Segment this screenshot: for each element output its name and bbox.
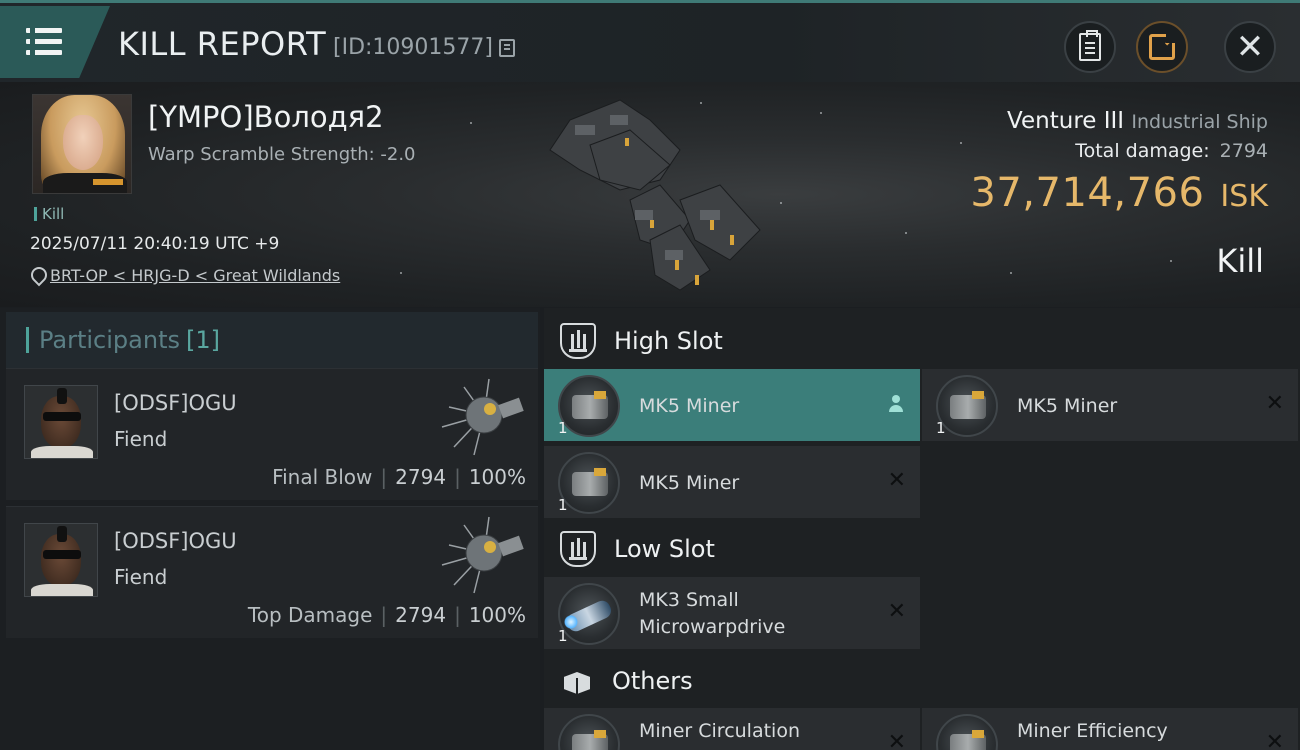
module-name: Miner Efficiency	[1017, 720, 1168, 742]
participant-card[interactable]: [ODSF]OGU Fiend Final Blow | 2794 | 100%	[6, 368, 538, 500]
drone-icon	[441, 378, 524, 456]
module-item[interactable]: 1 Miner Circulation ✕	[544, 708, 920, 750]
victim-name[interactable]: [YMPO]Володя2	[148, 100, 384, 134]
participants-label: Participants	[39, 326, 180, 354]
low-slot-label: Low Slot	[614, 535, 715, 563]
others-header: Others	[544, 648, 1300, 714]
kill-location: BRT-OP < HRJG-D < Great Wildlands	[30, 266, 340, 285]
total-damage: Total damage: 2794	[1075, 140, 1268, 162]
ship-name: Venture III	[1007, 108, 1125, 134]
low-slot-header: Low Slot	[544, 516, 1300, 582]
total-damage-value: 2794	[1219, 140, 1268, 162]
kill-tag: Kill	[34, 207, 64, 222]
participant-ship: Fiend	[114, 427, 168, 451]
module-name: MK3 Small Microwarpdrive	[639, 589, 786, 638]
module-item[interactable]: 1 MK5 Miner ✕	[544, 446, 920, 518]
participant-role: Final Blow	[272, 465, 373, 489]
module-name: Miner Circulation	[639, 720, 800, 742]
others-label: Others	[612, 667, 693, 695]
kill-result: Kill	[1216, 242, 1264, 280]
participant-name: [ODSF]OGU	[114, 391, 237, 415]
participant-percent: 100%	[468, 465, 526, 489]
x-icon: ✕	[887, 599, 906, 624]
x-icon: ✕	[1265, 391, 1284, 416]
participant-avatar	[24, 523, 98, 597]
report-id: [ID:10901577]	[333, 35, 515, 60]
isk-value: 37,714,766 ISK	[970, 170, 1268, 216]
participant-card[interactable]: [ODSF]OGU Fiend Top Damage | 2794 | 100%	[6, 506, 538, 638]
top-bar: KILL REPORT [ID:10901577] ✕	[0, 0, 1300, 82]
high-slot-icon	[560, 323, 596, 359]
total-damage-label: Total damage:	[1075, 140, 1210, 162]
high-slot-label: High Slot	[614, 327, 723, 355]
share-button[interactable]	[1136, 21, 1188, 73]
isk-amount: 37,714,766	[970, 170, 1205, 216]
menu-button[interactable]	[0, 6, 110, 78]
rig-icon	[936, 714, 998, 750]
kill-summary: [YMPO]Володя2 Warp Scramble Strength: -2…	[0, 82, 1300, 307]
menu-icon	[26, 27, 62, 56]
low-slot-icon	[560, 531, 596, 567]
location-pin-icon	[30, 267, 44, 285]
drone-icon	[441, 516, 524, 594]
ship-image	[549, 99, 761, 291]
module-qty: 1	[558, 627, 568, 645]
participant-stats: Top Damage | 2794 | 100%	[247, 603, 526, 627]
share-icon	[1149, 31, 1178, 60]
page-title: KILL REPORT	[118, 25, 327, 63]
participant-percent: 100%	[468, 603, 526, 627]
module-qty: 1	[936, 419, 946, 437]
participant-avatar	[24, 385, 98, 459]
x-icon: ✕	[887, 730, 906, 750]
high-slot-header: High Slot	[544, 308, 1300, 374]
isk-unit: ISK	[1220, 179, 1268, 214]
pilot-icon	[888, 395, 904, 413]
report-id-text: [ID:10901577]	[333, 35, 493, 60]
ship-class: Industrial Ship	[1131, 111, 1268, 133]
victim-ship: Venture III Industrial Ship	[1007, 108, 1268, 134]
x-icon: ✕	[887, 468, 906, 493]
clipboard-icon	[1079, 30, 1101, 61]
participant-damage: 2794	[395, 465, 447, 489]
module-item[interactable]: 1 MK5 Miner	[544, 369, 920, 441]
participant-stats: Final Blow | 2794 | 100%	[272, 465, 526, 489]
copy-icon[interactable]	[498, 38, 515, 57]
warp-scramble-strength: Warp Scramble Strength: -2.0	[148, 144, 416, 165]
location-link[interactable]: BRT-OP < HRJG-D < Great Wildlands	[50, 266, 340, 285]
module-name: MK5 Miner	[639, 395, 740, 417]
participant-name: [ODSF]OGU	[114, 529, 237, 553]
participant-ship: Fiend	[114, 565, 168, 589]
participant-damage: 2794	[395, 603, 447, 627]
box-icon	[560, 664, 594, 698]
participants-count: [1]	[185, 326, 220, 354]
kill-timestamp: 2025/07/11 20:40:19 UTC +9	[30, 234, 280, 254]
clipboard-button[interactable]	[1064, 21, 1116, 73]
x-icon: ✕	[1265, 730, 1284, 750]
participants-panel: Participants [1] [ODSF]OGU Fiend Final B…	[0, 308, 540, 750]
module-qty: 1	[558, 496, 568, 514]
module-name: MK5 Miner	[639, 472, 740, 494]
close-icon: ✕	[1235, 27, 1265, 67]
fittings-panel: High Slot 1 MK5 Miner 1 MK5 Miner ✕ 1 MK…	[544, 308, 1300, 750]
module-item[interactable]: 1 Miner Efficiency ✕	[922, 708, 1298, 750]
victim-portrait[interactable]	[32, 94, 132, 194]
module-item[interactable]: 1 MK3 Small Microwarpdrive ✕	[544, 577, 920, 649]
participants-header[interactable]: Participants [1]	[6, 312, 538, 368]
rig-icon	[558, 714, 620, 750]
module-item[interactable]: 1 MK5 Miner ✕	[922, 369, 1298, 441]
participant-role: Top Damage	[247, 603, 373, 627]
module-name: MK5 Miner	[1017, 395, 1118, 417]
module-qty: 1	[558, 419, 568, 437]
close-button[interactable]: ✕	[1224, 21, 1276, 73]
